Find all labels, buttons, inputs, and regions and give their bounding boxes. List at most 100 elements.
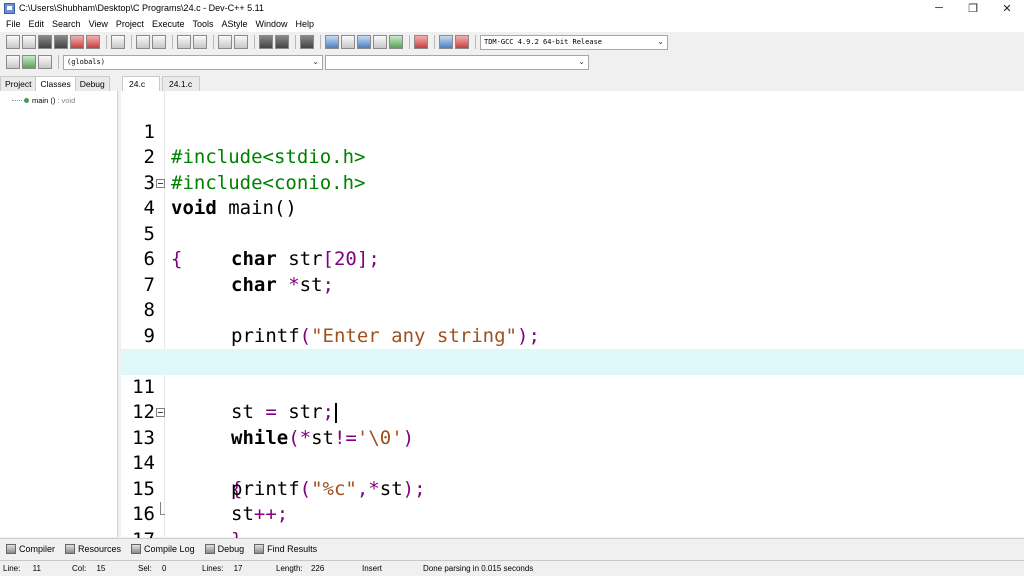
compile-run-icon[interactable] — [357, 35, 371, 49]
tab-debug-output[interactable]: Debug — [204, 543, 244, 554]
tab-debug[interactable]: Debug — [74, 76, 110, 91]
minimize-button[interactable]: ─ — [922, 0, 956, 16]
code-line: 15 st++; — [121, 451, 1024, 526]
tab-find-results[interactable]: Find Results — [254, 543, 317, 554]
class-toolbar: (globals) ⌄ ⌄ — [0, 52, 1024, 72]
toolbar-separator — [213, 35, 214, 49]
tree-item-main[interactable]: main () : void — [12, 96, 75, 105]
menu-search[interactable]: Search — [48, 19, 85, 29]
status-col-value: 15 — [96, 564, 106, 573]
tab-label: Compile Log — [144, 543, 195, 554]
unindent-icon[interactable] — [275, 35, 289, 49]
compile-icon[interactable] — [325, 35, 339, 49]
code-line: 13 { — [121, 400, 1024, 500]
restore-button[interactable]: ❐ — [956, 0, 990, 16]
menu-help[interactable]: Help — [292, 19, 319, 29]
toolbar-separator — [131, 35, 132, 49]
tab-classes[interactable]: Classes — [35, 76, 76, 91]
code-line: 12 while(*st!='\0') — [121, 375, 1024, 449]
open-file-icon[interactable] — [22, 35, 36, 49]
goto-line-icon[interactable] — [218, 35, 232, 49]
code-line: 2 #include<conio.h> — [121, 120, 1024, 194]
status-mode: Insert — [362, 564, 383, 573]
menu-window[interactable]: Window — [252, 19, 292, 29]
fold-end-marker — [160, 502, 165, 515]
profile-icon[interactable] — [439, 35, 453, 49]
menu-tools[interactable]: Tools — [188, 19, 217, 29]
compile-log-icon — [131, 543, 142, 554]
menu-execute[interactable]: Execute — [148, 19, 189, 29]
code-line: 4 { — [121, 171, 1024, 270]
resources-icon — [65, 543, 76, 554]
toggle-comment-icon[interactable] — [300, 35, 314, 49]
status-lines-label: Lines: — [202, 564, 224, 573]
indent-icon[interactable] — [259, 35, 273, 49]
code-line: 16 } — [121, 477, 1024, 551]
tree-item-name: main () — [32, 96, 56, 105]
tab-label: Compiler — [19, 543, 56, 554]
left-panel-tabs: Project Classes Debug — [0, 75, 118, 91]
tab-compile-log[interactable]: Compile Log — [131, 543, 195, 554]
status-line: Line: 11 — [3, 564, 41, 573]
delete-profile-icon[interactable] — [455, 35, 469, 49]
code-line: 1 #include<stdio.h> — [121, 94, 1024, 169]
toolbar-separator — [254, 35, 255, 49]
toolbar-separator — [475, 35, 476, 49]
status-sel-value: 0 — [162, 564, 167, 573]
code-line: 17 } — [121, 502, 1024, 551]
close-file-icon[interactable] — [70, 35, 84, 49]
code-line: 10 — [121, 324, 1024, 372]
status-length-label: Length: — [276, 564, 303, 573]
toolbar-separator — [172, 35, 173, 49]
chevron-down-icon: ⌄ — [312, 56, 319, 66]
goto-bookmark-icon[interactable] — [38, 55, 52, 69]
class-browser: main () : void — [0, 91, 118, 537]
debug-icon — [204, 543, 215, 554]
find-icon[interactable] — [177, 35, 191, 49]
close-button[interactable]: ✕ — [990, 0, 1024, 16]
tab-resources[interactable]: Resources — [65, 543, 121, 554]
status-lines: Lines: 17 — [202, 564, 243, 573]
menu-view[interactable]: View — [85, 19, 112, 29]
code-editor[interactable]: 1 #include<stdio.h> 2 #include<conio.h> … — [121, 91, 1024, 551]
scope-select[interactable]: (globals) ⌄ — [63, 54, 323, 70]
menu-file[interactable]: File — [2, 19, 25, 29]
save-all-icon[interactable] — [54, 35, 68, 49]
fold-toggle-icon[interactable] — [156, 408, 165, 417]
compiler-select[interactable]: TDM-GCC 4.9.2 64-bit Release ⌄ — [480, 34, 668, 50]
tab-file-24c[interactable]: 24.c — [122, 76, 160, 91]
goto-function-icon[interactable] — [234, 35, 248, 49]
menu-edit[interactable]: Edit — [25, 19, 49, 29]
code-line: 9 gets(str); — [121, 298, 1024, 373]
run-icon[interactable] — [341, 35, 355, 49]
code-line: 8 printf("Enter any string"); — [121, 273, 1024, 347]
syntax-check-icon[interactable] — [389, 35, 403, 49]
tab-project[interactable]: Project — [0, 76, 37, 91]
tree-connector — [12, 100, 22, 101]
menu-astyle[interactable]: AStyle — [217, 19, 251, 29]
close-all-icon[interactable] — [86, 35, 100, 49]
rebuild-all-icon[interactable] — [373, 35, 387, 49]
redo-icon[interactable] — [152, 35, 166, 49]
toggle-bookmark-icon[interactable] — [22, 55, 36, 69]
compiler-select-value: TDM-GCC 4.9.2 64-bit Release — [484, 38, 603, 46]
insert-icon[interactable] — [6, 55, 20, 69]
new-file-icon[interactable] — [6, 35, 20, 49]
fold-toggle-icon[interactable] — [156, 178, 165, 188]
toolbar-separator — [320, 35, 321, 49]
tab-compiler[interactable]: Compiler — [6, 543, 56, 554]
tab-file-241c[interactable]: 24.1.c — [162, 76, 200, 91]
scope-select-value: (globals) — [67, 58, 105, 66]
replace-icon[interactable] — [193, 35, 207, 49]
menu-project[interactable]: Project — [112, 19, 148, 29]
function-select[interactable]: ⌄ — [325, 54, 589, 70]
status-bar: Line: 11 Col: 15 Sel: 0 Lines: 17 Length… — [0, 560, 1024, 576]
toolbar-separator — [409, 35, 410, 49]
status-length-value: 226 — [310, 564, 325, 573]
stop-execution-icon[interactable] — [414, 35, 428, 49]
chevron-down-icon: ⌄ — [578, 56, 585, 66]
undo-icon[interactable] — [136, 35, 150, 49]
print-icon[interactable] — [111, 35, 125, 49]
devcpp-app-icon — [4, 2, 15, 14]
save-icon[interactable] — [38, 35, 52, 49]
